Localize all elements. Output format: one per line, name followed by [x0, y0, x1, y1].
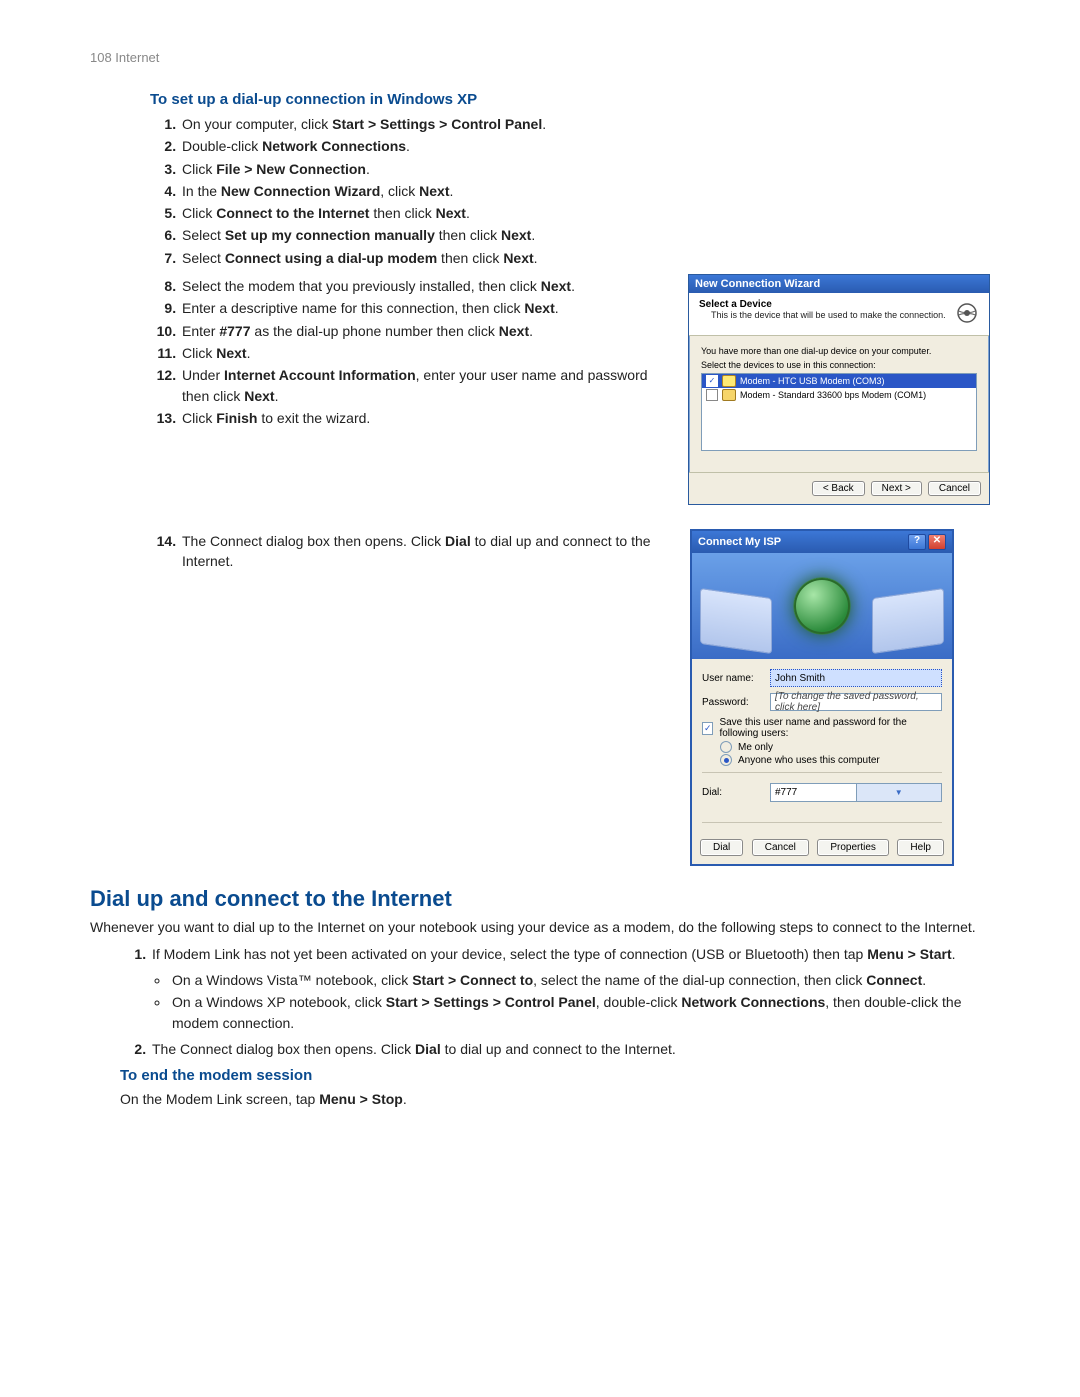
wizard-header-title: Select a Device [699, 299, 953, 310]
step-6: Select Set up my connection manually the… [180, 225, 990, 245]
wizard-header-sub: This is the device that will be used to … [711, 310, 953, 320]
globe-icon [794, 578, 850, 634]
wizard-panel-line2: Select the devices to use in this connec… [701, 360, 977, 370]
modem-icon [722, 389, 736, 401]
heading-end-modem: To end the modem session [120, 1067, 990, 1084]
dial-button[interactable]: Dial [700, 839, 743, 856]
modem-icon [722, 375, 736, 387]
dialup-intro: Whenever you want to dial up to the Inte… [90, 918, 990, 938]
steps-list-b: Select the modem that you previously ins… [150, 276, 674, 428]
dial-combo[interactable]: #777 ▼ [770, 783, 942, 802]
step-3: Click File > New Connection. [180, 159, 990, 179]
radio-anyone[interactable] [720, 754, 732, 766]
chevron-down-icon[interactable]: ▼ [856, 784, 942, 801]
step-4: In the New Connection Wizard, click Next… [180, 181, 990, 201]
dialup-bullet-vista: On a Windows Vista™ notebook, click Star… [170, 970, 990, 990]
steps-list-c: The Connect dialog box then opens. Click… [150, 531, 676, 572]
save-scope-group: Me only Anyone who uses this computer [720, 741, 942, 766]
new-connection-wizard: New Connection Wizard Select a Device Th… [688, 274, 990, 505]
radio-anyone-label: Anyone who uses this computer [738, 755, 880, 766]
page: 108 Internet To set up a dial-up connect… [0, 0, 1080, 1176]
checkbox-icon[interactable]: ✓ [706, 375, 718, 387]
wizard-device-list[interactable]: ✓ Modem - HTC USB Modem (COM3) Modem - S… [701, 373, 977, 451]
dialup-step-1: If Modem Link has not yet been activated… [150, 944, 990, 1033]
step-14: The Connect dialog box then opens. Click… [180, 531, 676, 572]
two-col-isp: The Connect dialog box then opens. Click… [90, 529, 990, 866]
step-5: Click Connect to the Internet then click… [180, 203, 990, 223]
step-10: Enter #777 as the dial-up phone number t… [180, 321, 674, 341]
isp-titlebar: Connect My ISP ? ✕ [692, 531, 952, 553]
help-icon[interactable]: ? [908, 534, 926, 550]
step-1: On your computer, click Start > Settings… [180, 114, 990, 134]
dialup-step-2: The Connect dialog box then opens. Click… [150, 1039, 990, 1059]
username-label: User name: [702, 673, 762, 684]
cancel-button[interactable]: Cancel [928, 481, 981, 496]
steps-list-a: On your computer, click Start > Settings… [150, 114, 990, 268]
isp-hero-image [692, 553, 952, 659]
step-2: Double-click Network Connections. [180, 136, 990, 156]
wizard-panel: You have more than one dial-up device on… [689, 336, 989, 472]
step-8: Select the modem that you previously ins… [180, 276, 674, 296]
wizard-device-row[interactable]: ✓ Modem - HTC USB Modem (COM3) [702, 374, 976, 388]
heading-setup-dialup-xp: To set up a dial-up connection in Window… [150, 91, 990, 108]
isp-button-row: Dial Cancel Properties Help [692, 833, 952, 864]
isp-form: User name: John Smith Password: [To chan… [692, 659, 952, 783]
radio-me-only-label: Me only [738, 742, 773, 753]
back-button[interactable]: < Back [812, 481, 865, 496]
help-button[interactable]: Help [897, 839, 944, 856]
save-credentials-label: Save this user name and password for the… [719, 717, 942, 739]
wizard-title: New Connection Wizard [689, 275, 989, 293]
password-input[interactable]: [To change the saved password, click her… [770, 693, 942, 711]
wizard-header: Select a Device This is the device that … [689, 293, 989, 336]
password-label: Password: [702, 697, 762, 708]
properties-button[interactable]: Properties [817, 839, 889, 856]
step-13: Click Finish to exit the wizard. [180, 408, 674, 428]
dial-value: #777 [771, 784, 856, 801]
step-7: Select Connect using a dial-up modem the… [180, 248, 990, 268]
next-button[interactable]: Next > [871, 481, 922, 496]
end-modem-body: On the Modem Link screen, tap Menu > Sto… [120, 1090, 990, 1110]
radio-me-only[interactable] [720, 741, 732, 753]
save-credentials-checkbox[interactable]: ✓ [702, 722, 713, 735]
dial-label: Dial: [702, 787, 762, 798]
dialup-bullet-xp: On a Windows XP notebook, click Start > … [170, 992, 990, 1033]
username-input[interactable]: John Smith [770, 669, 942, 687]
wizard-device-row[interactable]: Modem - Standard 33600 bps Modem (COM1) [702, 388, 976, 402]
dialup-steps: If Modem Link has not yet been activated… [120, 944, 990, 1059]
device-label: Modem - Standard 33600 bps Modem (COM1) [740, 390, 926, 400]
device-label: Modem - HTC USB Modem (COM3) [740, 376, 885, 386]
isp-title: Connect My ISP [698, 536, 781, 548]
step-11: Click Next. [180, 343, 674, 363]
connect-isp-dialog: Connect My ISP ? ✕ User name: John Smith [690, 529, 954, 866]
cancel-button[interactable]: Cancel [752, 839, 809, 856]
step-9: Enter a descriptive name for this connec… [180, 298, 674, 318]
network-wizard-icon [953, 299, 981, 327]
heading-dial-up-connect: Dial up and connect to the Internet [90, 886, 990, 912]
two-col-wizard: Select the modem that you previously ins… [90, 274, 990, 505]
step-12: Under Internet Account Information, ente… [180, 365, 674, 406]
wizard-panel-line1: You have more than one dial-up device on… [701, 346, 977, 356]
close-icon[interactable]: ✕ [928, 534, 946, 550]
wizard-button-row: < Back Next > Cancel [689, 472, 989, 504]
checkbox-icon[interactable] [706, 389, 718, 401]
page-header: 108 Internet [90, 50, 990, 65]
